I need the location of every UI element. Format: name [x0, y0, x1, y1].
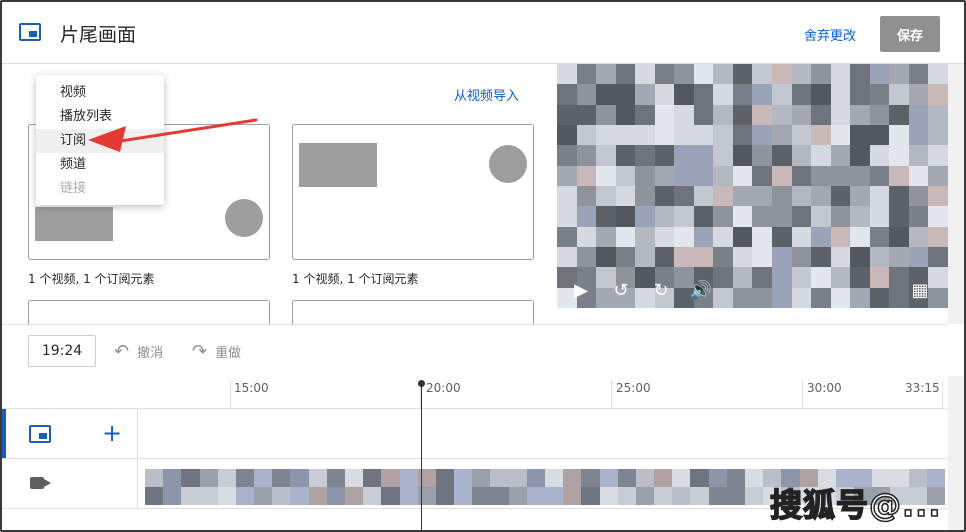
template-card-2[interactable] — [292, 124, 534, 260]
endscreen-track-header[interactable]: + — [2, 408, 138, 459]
video-element-placeholder — [299, 143, 377, 187]
volume-icon[interactable]: 🔊 — [689, 280, 713, 301]
redo-button[interactable]: ↷ 重做 — [192, 342, 241, 361]
play-icon[interactable]: ▶ — [569, 280, 593, 301]
template-card-3[interactable] — [28, 300, 270, 324]
undo-icon: ↶ — [114, 340, 130, 362]
playhead[interactable] — [418, 380, 425, 530]
timeline-toolbar: 19:24 ↶ 撤消 ↷ 重做 — [2, 324, 948, 376]
subscribe-element-placeholder — [489, 145, 527, 183]
undo-label: 撤消 — [137, 346, 164, 361]
tick-label: 30:00 — [807, 381, 842, 395]
tick-label: 20:00 — [426, 381, 461, 395]
tick-label: 25:00 — [616, 381, 651, 395]
subscribe-element-placeholder — [225, 199, 263, 237]
tick-line — [230, 380, 231, 408]
template-caption-1: 1 个视频, 1 个订阅元素 — [28, 272, 155, 286]
watermark-text: 搜狐号@... — [769, 485, 942, 525]
menu-item-subscribe[interactable]: 订阅 — [36, 129, 164, 153]
menu-item-video[interactable]: 视频 — [36, 81, 164, 105]
video-element-placeholder — [35, 207, 113, 241]
endscreen-icon — [29, 425, 51, 443]
player-controls: ▶ ↺ ↻ 🔊 ▦ — [557, 272, 948, 308]
page-title: 片尾画面 — [60, 24, 137, 46]
add-element-menu: 视频 播放列表 订阅 频道 链接 — [36, 75, 164, 205]
template-card-4[interactable] — [292, 300, 534, 324]
undo-button[interactable]: ↶ 撤消 — [114, 342, 163, 361]
video-track-header — [2, 458, 138, 508]
grid-icon[interactable]: ▦ — [908, 280, 932, 301]
endscreen-icon — [19, 23, 41, 41]
template-caption-2: 1 个视频, 1 个订阅元素 — [292, 272, 419, 286]
menu-item-playlist[interactable]: 播放列表 — [36, 105, 164, 129]
endscreen-track-lane[interactable] — [139, 408, 948, 458]
discard-changes-button[interactable]: 舍弃更改 — [804, 25, 856, 44]
save-button[interactable]: 保存 — [880, 16, 940, 52]
redo-icon: ↷ — [192, 340, 208, 362]
menu-item-link: 链接 — [60, 181, 87, 196]
current-time-input[interactable]: 19:24 — [28, 335, 96, 367]
tick-line — [942, 380, 943, 408]
rewind-10-icon[interactable]: ↺ — [609, 280, 633, 301]
editor-header: 片尾画面 舍弃更改 保存 — [2, 2, 964, 64]
redo-label: 重做 — [215, 346, 242, 361]
menu-item-channel[interactable]: 频道 — [36, 153, 164, 177]
forward-10-icon[interactable]: ↻ — [649, 280, 673, 301]
panel-scrollbar[interactable] — [948, 64, 964, 324]
video-preview[interactable]: ▶ ↺ ↻ 🔊 ▦ — [557, 64, 948, 308]
import-from-video-link[interactable]: 从视频导入 — [454, 85, 519, 104]
element-templates-panel: 从视频导入 1 个视频, 1 个订阅元素 1 个视频, 1 个订阅元素 视频 播… — [2, 64, 554, 324]
tick-line — [611, 380, 612, 408]
timeline-ruler[interactable]: 15:00 20:00 25:00 30:00 33:15 — [138, 376, 946, 408]
tick-line — [802, 380, 803, 408]
timeline-scrollbar[interactable] — [948, 376, 964, 530]
endscreen-editor-window: 片尾画面 舍弃更改 保存 从视频导入 1 个视频, 1 个订阅元素 1 个视频,… — [0, 0, 966, 532]
video-camera-icon — [30, 477, 51, 489]
add-element-icon[interactable]: + — [102, 420, 122, 446]
tick-label: 33:15 — [905, 381, 940, 395]
tick-label: 15:00 — [234, 381, 269, 395]
track-selected-indicator — [2, 409, 6, 459]
